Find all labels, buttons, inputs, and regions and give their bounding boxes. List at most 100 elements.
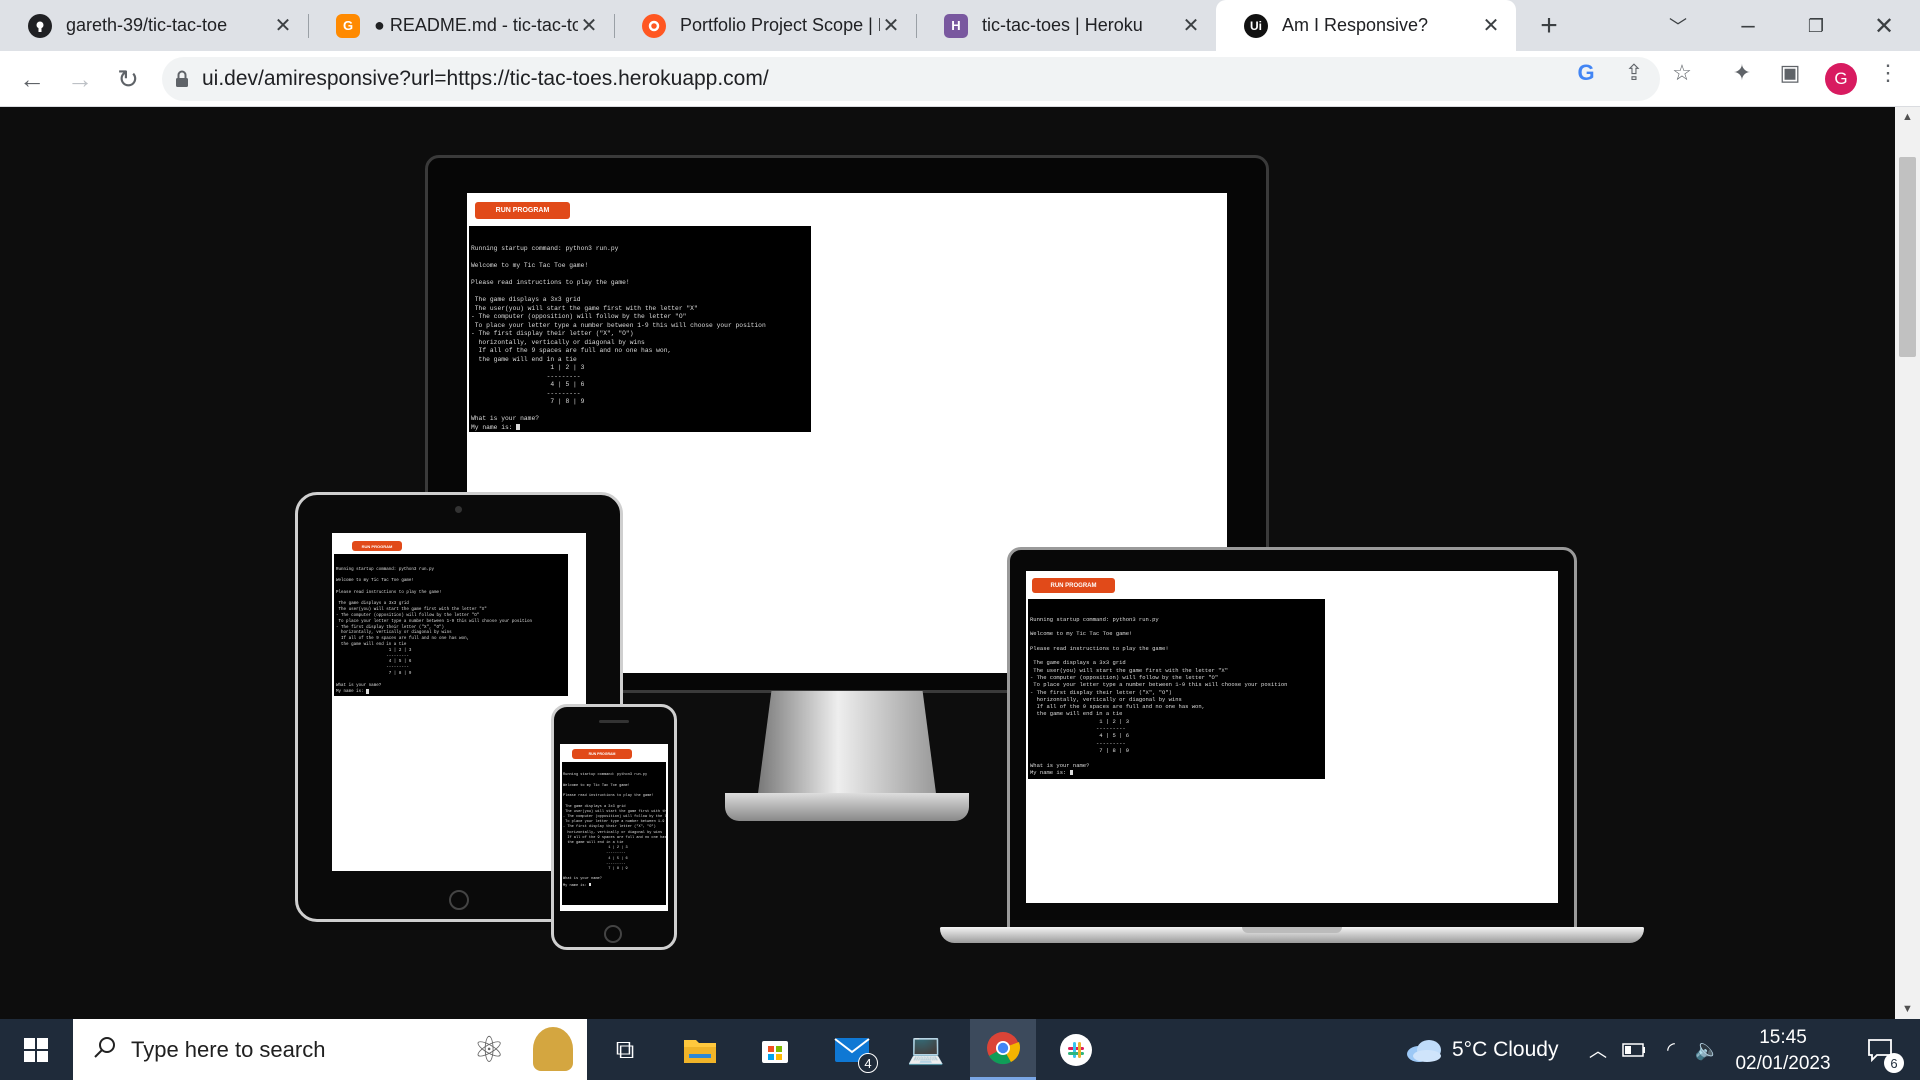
run-program-button[interactable]: RUN PROGRAM [1032, 578, 1115, 593]
terminal-line: Welcome to my Tic Tac Toe game! [1030, 630, 1133, 638]
terminal-line: My name is: [1030, 769, 1323, 776]
tab-readme[interactable]: G ● README.md - tic-tac-to ✕ [308, 0, 615, 51]
forward-icon[interactable]: → [62, 61, 98, 97]
search-icon [93, 1035, 117, 1064]
close-tab-icon[interactable]: ✕ [578, 15, 600, 37]
reload-icon[interactable]: ↻ [110, 61, 146, 97]
terminal-cursor [516, 423, 521, 430]
restore-icon[interactable]: ❐ [1798, 8, 1834, 44]
terminal-line: horizontally, vertically or diagonal by … [471, 338, 645, 346]
extensions-icon[interactable]: ✦ [1728, 59, 1756, 87]
profile-avatar[interactable]: G [1825, 63, 1857, 95]
microsoft-store-icon[interactable] [745, 1019, 805, 1080]
tablet-screen: RUN PROGRAM Running startup command: pyt… [332, 533, 586, 871]
slack-icon[interactable] [1046, 1019, 1106, 1080]
taskbar-search[interactable]: Type here to search ⚛ [73, 1019, 587, 1080]
terminal[interactable]: Running startup command: python3 run.py … [469, 226, 811, 432]
laptop: RUN PROGRAM Running startup command: pyt… [940, 547, 1644, 943]
lock-icon[interactable] [162, 57, 202, 101]
terminal-line: Please read instructions to play the gam… [1030, 644, 1169, 652]
tab-label: ● README.md - tic-tac-to [374, 15, 578, 35]
close-tab-icon[interactable]: ✕ [272, 15, 294, 37]
phone-home-button[interactable] [604, 925, 622, 943]
side-panel-icon[interactable]: ▣ [1776, 59, 1804, 87]
tab-search-icon[interactable]: ﹀ [1660, 8, 1696, 44]
battery-icon[interactable] [1620, 1019, 1648, 1080]
scroll-down-icon[interactable]: ▼ [1895, 999, 1920, 1019]
minimize-icon[interactable]: – [1730, 8, 1766, 44]
file-explorer-icon[interactable] [670, 1019, 730, 1080]
search-highlight-icon[interactable]: ⚛ [473, 1029, 505, 1071]
mail-badge: 4 [858, 1053, 878, 1073]
terminal-line: The game displays a 3x3 grid [471, 296, 581, 303]
terminal-line: the game will end in a tie [471, 355, 577, 363]
page-scrollbar[interactable]: ▲ ▼ [1895, 107, 1920, 1019]
wifi-icon[interactable]: ◜ [1656, 1019, 1686, 1080]
search-highlight-figure-icon[interactable] [533, 1027, 573, 1071]
tab-amiresponsive[interactable]: Ui Am I Responsive? ✕ [1216, 0, 1516, 51]
tray-chevron-icon[interactable]: ︿ [1586, 1019, 1610, 1080]
terminal-output: Running startup command: python3 run.py … [336, 568, 566, 696]
run-program-button[interactable]: RUN PROGRAM [572, 749, 632, 759]
share-icon[interactable]: ⇪ [1620, 59, 1648, 87]
tab-label: Am I Responsive? [1282, 15, 1429, 35]
chrome-icon[interactable] [970, 1019, 1036, 1080]
close-tab-icon[interactable]: ✕ [880, 15, 902, 37]
scroll-up-icon[interactable]: ▲ [1895, 107, 1920, 127]
terminal[interactable]: Running startup command: python3 run.py … [334, 554, 568, 696]
terminal-line: What is your name? [1030, 761, 1090, 769]
close-window-icon[interactable]: ✕ [1866, 8, 1902, 44]
tab-github[interactable]: gareth-39/tic-tac-toe ✕ [0, 0, 309, 51]
monitor-stand-base [725, 793, 969, 821]
tab-portfolio-scope[interactable]: Portfolio Project Scope | F ✕ [614, 0, 917, 51]
task-view-icon[interactable]: ⧉ [600, 1019, 650, 1080]
bookmark-star-icon[interactable]: ☆ [1668, 59, 1696, 87]
menu-kebab-icon[interactable]: ⋮ [1874, 59, 1902, 87]
terminal-line: 1 | 2 | 3 [1030, 717, 1130, 725]
terminal-output: Running startup command: python3 run.py … [1030, 616, 1323, 777]
terminal-line: - The first display their letter ("X", "… [1030, 688, 1172, 696]
terminal-line: Please read instructions to play the gam… [563, 794, 654, 799]
run-program-button[interactable]: RUN PROGRAM [475, 202, 570, 219]
terminal-output: Running startup command: python3 run.py … [471, 245, 809, 432]
terminal-line: The user(you) will start the game first … [471, 304, 698, 312]
new-tab-button[interactable]: + [1531, 8, 1567, 44]
weather-text[interactable]: 5°C Cloudy [1452, 1019, 1570, 1080]
terminal-line: Running startup command: python3 run.py [471, 245, 619, 252]
terminal-output: Running startup command: python3 run.py … [563, 773, 666, 888]
terminal-line: - The computer (opposition) will follow … [471, 313, 687, 320]
notifications-icon[interactable]: 6 [1850, 1019, 1910, 1080]
weather-cloud-icon[interactable] [1402, 1019, 1446, 1080]
tablet-camera [455, 506, 462, 513]
address-bar[interactable]: ui.dev/amiresponsive?url=https://tic-tac… [162, 57, 1660, 101]
terminal-cursor [1069, 769, 1073, 776]
laptop-app-icon[interactable]: 💻 [896, 1019, 956, 1080]
scroll-thumb[interactable] [1899, 157, 1916, 357]
phone-speaker [599, 720, 629, 723]
run-program-button[interactable]: RUN PROGRAM [352, 541, 402, 551]
clock-date[interactable]: 02/01/2023 [1728, 1049, 1838, 1079]
monitor-stand-neck [757, 691, 937, 801]
tab-heroku[interactable]: H tic-tac-toes | Heroku ✕ [916, 0, 1216, 51]
volume-icon[interactable]: 🔈 [1692, 1019, 1722, 1080]
terminal[interactable]: Running startup command: python3 run.py … [562, 762, 666, 905]
tablet-home-button[interactable] [449, 890, 469, 910]
terminal-line: 7 | 8 | 9 [1030, 746, 1130, 754]
back-icon[interactable]: ← [14, 61, 50, 97]
terminal-line: --------- [471, 389, 581, 397]
terminal-line: - The first display their letter ("X", "… [563, 825, 656, 830]
terminal-line: Running startup command: python3 run.py [1030, 615, 1159, 623]
google-lens-icon[interactable]: G [1572, 59, 1600, 87]
mail-icon[interactable]: 4 [822, 1019, 882, 1080]
close-tab-icon[interactable]: ✕ [1180, 15, 1202, 37]
close-tab-icon[interactable]: ✕ [1480, 15, 1502, 37]
windows-start-icon[interactable] [0, 1019, 72, 1080]
phone: RUN PROGRAM Running startup command: pyt… [551, 704, 677, 950]
terminal[interactable]: Running startup command: python3 run.py … [1028, 599, 1325, 779]
terminal-line: Please read instructions to play the gam… [471, 279, 630, 286]
search-placeholder: Type here to search [131, 1036, 326, 1062]
terminal-cursor [588, 882, 592, 887]
